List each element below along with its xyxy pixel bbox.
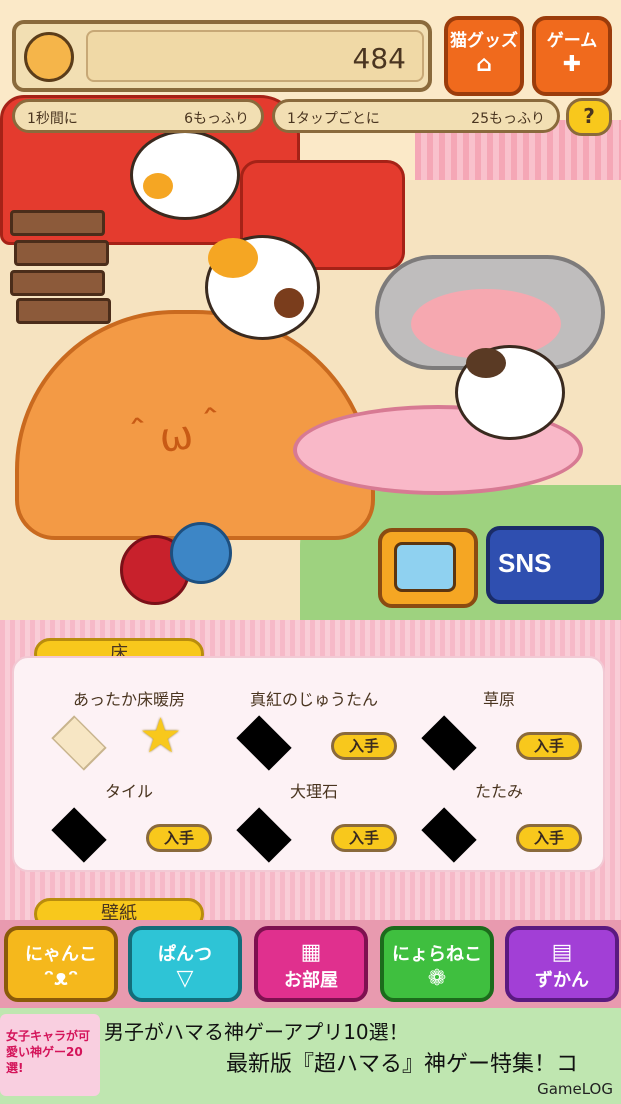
floor-items-box: あったか床暖房 ★ 真紅のじゅうたん 入手 草原 入手 タイル 入手 大理石 入…: [12, 656, 605, 872]
ad-subline: 最新版『超ハマる』神ゲー特集！コ: [226, 1052, 579, 1077]
book-icon: ▤: [551, 940, 573, 965]
locked-swatch: [236, 715, 292, 771]
nav-pantsu[interactable]: ぱんつ ▽: [128, 926, 242, 1002]
pants-icon: ▽: [176, 966, 194, 991]
item-floor-heating[interactable]: あったか床暖房 ★: [34, 686, 224, 776]
rate-per-second: 1秒間に 6もっふり: [12, 99, 264, 133]
ad-banner[interactable]: 女子キャラが可愛い神ゲー20選! 男子がハマる神ゲーアプリ10選！ 最新版『超ハ…: [0, 1008, 621, 1104]
ad-thumbnail: 女子キャラが可愛い神ゲー20選!: [0, 1014, 100, 1096]
nav-oheya[interactable]: ▦ お部屋: [254, 926, 368, 1002]
buy-button[interactable]: 入手: [331, 732, 397, 760]
nav-hiraneko[interactable]: にょらねこ ❁: [380, 926, 494, 1002]
help-button[interactable]: ?: [566, 98, 612, 136]
ad-brand: GameLOG: [537, 1080, 613, 1098]
gamepad-icon: ✚: [562, 52, 582, 77]
locked-swatch: [236, 807, 292, 863]
item-marble[interactable]: 大理石 入手: [219, 778, 409, 868]
floor-heating-swatch: [51, 715, 107, 771]
money-value: 484: [352, 42, 406, 75]
buy-button[interactable]: 入手: [516, 824, 582, 852]
house-icon: ⌂: [476, 52, 492, 77]
room-icon: ▦: [300, 940, 322, 965]
game-button[interactable]: ゲーム ✚: [532, 16, 612, 96]
paw-icon: ❁: [427, 966, 447, 991]
star-icon: ★: [139, 708, 183, 764]
calico-cat-sofa[interactable]: [130, 130, 240, 220]
buy-button[interactable]: 入手: [516, 732, 582, 760]
blue-yarn-ball: [170, 522, 232, 584]
money-counter: 484: [12, 20, 432, 92]
sns-button[interactable]: SNS: [486, 526, 604, 604]
cat-icon: ᵔᴥᵔ: [43, 966, 79, 991]
tv-icon: [394, 542, 456, 592]
shop-panel[interactable]: 床 あったか床暖房 ★ 真紅のじゅうたん 入手 草原 入手 タイル 入手 大理石…: [0, 620, 621, 930]
bottom-nav: にゃんこ ᵔᴥᵔ ぱんつ ▽ ▦ お部屋 にょらねこ ❁ ▤ ずかん: [0, 920, 621, 1008]
rate-per-tap: 1タップごとに 25もっふり: [272, 99, 560, 133]
item-tatami[interactable]: たたみ 入手: [404, 778, 594, 868]
buy-button[interactable]: 入手: [331, 824, 397, 852]
book-stack: [10, 210, 111, 330]
cat-coin-icon: [24, 32, 74, 82]
video-tv-button[interactable]: [378, 528, 478, 608]
ad-headline: 男子がハマる神ゲーアプリ10選！: [104, 1020, 409, 1044]
room-scene[interactable]: ＾ω＾ SNS: [0, 0, 621, 620]
item-crimson-carpet[interactable]: 真紅のじゅうたん 入手: [219, 686, 409, 776]
cat-goods-button[interactable]: 猫グッズ ⌂: [444, 16, 524, 96]
brown-spot-cat-table[interactable]: [455, 345, 565, 440]
locked-swatch: [421, 807, 477, 863]
locked-swatch: [421, 715, 477, 771]
locked-swatch: [51, 807, 107, 863]
item-tile[interactable]: タイル 入手: [34, 778, 224, 868]
item-grassland[interactable]: 草原 入手: [404, 686, 594, 776]
nav-zukan[interactable]: ▤ ずかん: [505, 926, 619, 1002]
buy-button[interactable]: 入手: [146, 824, 212, 852]
nav-nyanko[interactable]: にゃんこ ᵔᴥᵔ: [4, 926, 118, 1002]
calico-cat-standing[interactable]: [205, 235, 320, 340]
